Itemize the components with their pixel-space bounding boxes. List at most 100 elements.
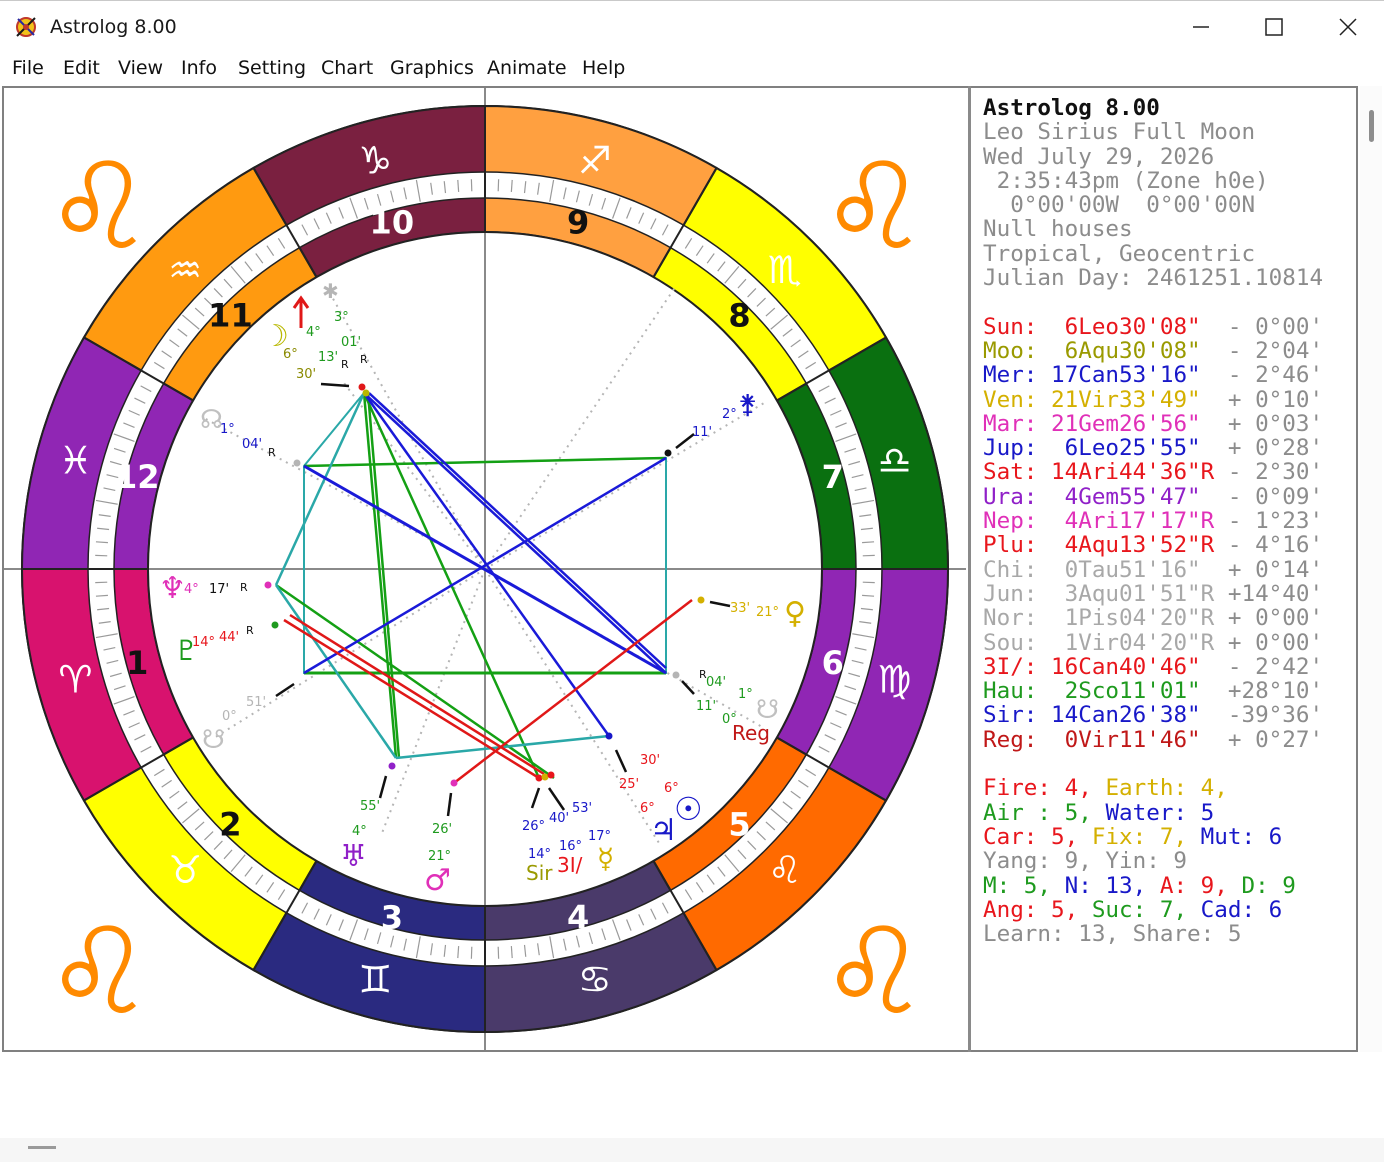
- planet-row-16-part-0: Sir:: [983, 702, 1038, 729]
- menu-setting[interactable]: Setting: [238, 57, 306, 79]
- corner-leo-glyph-4: ♌: [820, 903, 928, 1042]
- mars-glyph: ♂: [424, 863, 451, 898]
- header-line-6: Tropical, Geocentric: [983, 242, 1358, 266]
- planet-row-2-part-1: 17Can53'16": [1037, 362, 1215, 389]
- planet-row-10-part-0: Chi:: [983, 556, 1038, 583]
- header-line-4-part-0: 0°00'00W 0°00'00N: [983, 192, 1256, 219]
- planet-row-1-part-2: - 2°04': [1214, 337, 1324, 364]
- menu-chart[interactable]: Chart: [321, 57, 373, 79]
- planet-row-13-part-2: + 0°00': [1214, 629, 1324, 656]
- mars-arrow-retro: R: [341, 358, 349, 371]
- maximize-button[interactable]: [1246, 7, 1302, 47]
- juno-minute: 11': [692, 425, 712, 440]
- planet-row-0: Sun: 6Leo30'08" - 0°00': [983, 315, 1358, 339]
- maximize-icon: [1265, 18, 1283, 36]
- summary-row-5-part-2: Cad: 6: [1200, 896, 1283, 923]
- menu-info[interactable]: Info: [181, 57, 217, 79]
- corner-leo-glyph-1: ♌: [45, 138, 153, 277]
- summary-row-1-part-1: Water: 5: [1105, 799, 1215, 826]
- planet-row-8: Nep: 4Ari17'17"R - 1°23': [983, 509, 1358, 533]
- planet-row-12-part-0: Nor:: [983, 605, 1038, 632]
- summary-row-6: Learn: 13, Share: 5: [983, 922, 1358, 946]
- planet-row-1: Moo: 6Aqu30'08" - 2°04': [983, 339, 1358, 363]
- summary-row-4-part-2: A: 9,: [1159, 872, 1242, 899]
- planet-row-0-part-0: Sun:: [983, 313, 1038, 340]
- spacer-2: [983, 752, 1358, 776]
- house-number-1: 1: [126, 644, 148, 682]
- summary-row-5: Ang: 5, Suc: 7, Cad: 6: [983, 898, 1358, 922]
- summary-row-0-part-1: Earth: 4,: [1105, 775, 1228, 802]
- moon-degree: 6°: [283, 347, 298, 362]
- sign-glyph-aries: ♈: [58, 658, 92, 702]
- sign-glyph-leo: ♌: [768, 848, 802, 892]
- sirius-label: Sir: [526, 861, 553, 885]
- summary-row-2-part-0: Car: 5,: [983, 823, 1092, 850]
- summary-row-0: Fire: 4, Earth: 4,: [983, 776, 1358, 800]
- planet-row-9-part-1: 4Aqu13'52"R: [1037, 532, 1215, 559]
- minimize-button[interactable]: [1173, 7, 1229, 47]
- menu-file[interactable]: File: [12, 57, 44, 79]
- menu-help[interactable]: Help: [582, 57, 625, 79]
- uranus-degree: 4°: [352, 824, 367, 839]
- planet-row-3-part-2: + 0°10': [1214, 386, 1324, 413]
- sat-left-retro: R: [268, 446, 276, 459]
- venus-degree: 21°: [756, 605, 779, 620]
- sign-glyph-libra: ♎: [878, 438, 912, 482]
- reg-minute-2: 04': [706, 675, 726, 690]
- planet-row-8-part-1: 4Ari17'17"R: [1037, 508, 1215, 535]
- degree-tick: [457, 946, 460, 959]
- summary-row-1: Air : 5, Water: 5: [983, 799, 1358, 826]
- mars-arrow-minute: 13': [318, 350, 338, 365]
- scrollbar-thumb[interactable]: [1369, 110, 1374, 142]
- planet-row-2-part-0: Mer:: [983, 362, 1038, 389]
- sun-glyph: ☉: [674, 790, 703, 828]
- header-line-4: 0°00'00W 0°00'00N: [983, 193, 1358, 217]
- cluster-dot-1: [535, 774, 543, 782]
- chart-info-panel: Astrolog 8.00 Leo Sirius Full Moon Wed Jul…: [983, 96, 1358, 1046]
- header-line-1: Leo Sirius Full Moon: [983, 120, 1358, 144]
- south-node-minute: 51': [246, 695, 266, 710]
- planet-row-15-part-2: +28°10': [1214, 678, 1324, 705]
- house-number-2: 2: [219, 806, 241, 844]
- planet-row-7-part-2: - 0°09': [1214, 483, 1324, 510]
- jupiter-glyph: ♃: [650, 813, 677, 848]
- jupiter-minute: 25': [619, 777, 639, 792]
- planet-row-3: Ven: 21Vir33'49" + 0°10': [983, 386, 1358, 413]
- uranus-glyph: ♅: [340, 839, 367, 874]
- planet-row-13-part-1: 1Vir04'20"R: [1037, 629, 1215, 656]
- planet-row-11: Jun: 3Aqu01'51"R +14°40': [983, 582, 1358, 606]
- header-line-1-part-0: Leo Sirius Full Moon: [983, 119, 1256, 146]
- planet-row-12-part-1: 1Pis04'20"R: [1037, 605, 1215, 632]
- astrology-chart-wheel[interactable]: ♈♉♊ ♋♌♍♎♏♐♑♒♓123 456789101112 ☽6°30'4°13…: [4, 88, 966, 1050]
- plu-left-retro: R: [246, 624, 254, 637]
- summary-row-3-part-0: Yang: 9, Yin: 9: [983, 848, 1188, 875]
- plu-left-degree: 14°: [192, 635, 215, 650]
- header-line-7: Julian Day: 2461251.10814: [983, 266, 1358, 290]
- summary-row-4: M: 5, N: 13, A: 9, D: 9: [983, 872, 1358, 899]
- planet-row-17-part-1: 0Vir11'46": [1037, 726, 1215, 753]
- bottom-band: [0, 1138, 1384, 1162]
- menu-animate[interactable]: Animate: [487, 57, 567, 79]
- header-line-2-part-0: Wed July 29, 2026: [983, 143, 1215, 170]
- house-number-5: 5: [728, 806, 750, 844]
- sign-glyph-taurus: ♉: [168, 848, 202, 892]
- sign-glyph-capricorn: ♑: [358, 138, 392, 182]
- planet-row-9-part-2: - 4°16': [1214, 532, 1324, 559]
- sat-left-degree: 1°: [220, 422, 235, 437]
- nep-left-minute: 17': [209, 582, 229, 597]
- corner-leo-glyph-3: ♌: [45, 903, 153, 1042]
- chiron-top-retro: R: [360, 353, 368, 366]
- planet-row-15: Hau: 2Sco11'01" +28°10': [983, 679, 1358, 703]
- menu-view[interactable]: View: [118, 57, 163, 79]
- moon-minute: 30': [296, 367, 316, 382]
- planet-row-10-part-2: + 0°14': [1214, 556, 1324, 583]
- vertical-scrollbar[interactable]: [1360, 86, 1382, 1052]
- close-button[interactable]: [1320, 7, 1376, 47]
- header-line-3-part-0: 2:35:43pm (Zone h0e): [983, 167, 1269, 194]
- menu-edit[interactable]: Edit: [63, 57, 100, 79]
- house-number-7: 7: [822, 458, 844, 496]
- summary-row-2: Car: 5, Fix: 7, Mut: 6: [983, 825, 1358, 849]
- planet-row-11-part-2: +14°40': [1214, 580, 1324, 607]
- menu-graphics[interactable]: Graphics: [390, 57, 474, 79]
- planet-row-2-part-2: - 2°46': [1214, 362, 1324, 389]
